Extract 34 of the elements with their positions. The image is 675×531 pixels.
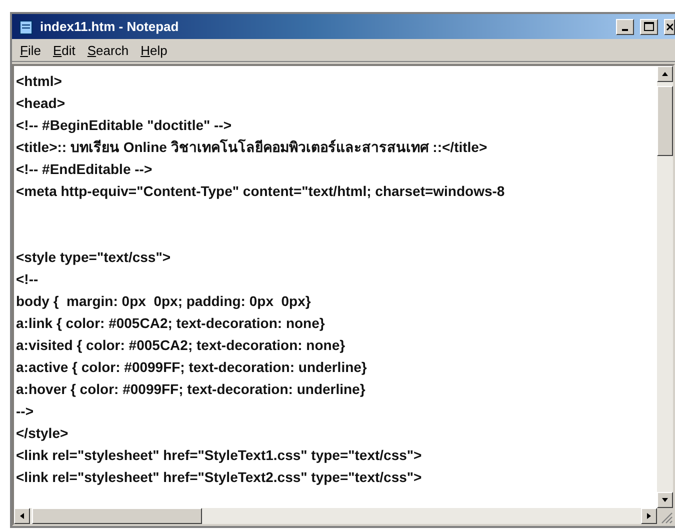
- resize-grip-icon[interactable]: [657, 508, 673, 524]
- menu-item[interactable]: Search: [87, 42, 129, 58]
- code-line: a:hover { color: #0099FF; text-decoration: underline}: [16, 380, 366, 399]
- menu-item[interactable]: Help: [140, 42, 168, 58]
- vertical-scrollbar[interactable]: [657, 66, 673, 508]
- code-line: -->: [16, 402, 34, 421]
- minimize-button[interactable]: [616, 18, 634, 34]
- code-line: <style type="text/css">: [16, 248, 172, 267]
- code-line: </style>: [16, 424, 70, 443]
- menu-item[interactable]: File: [20, 42, 41, 58]
- close-button[interactable]: [664, 18, 675, 34]
- code-line: <title>:: บทเรียน Online วิชาเทคโนโลยีคอมพิวเตอร์และสารสนเทศ ::</title>: [16, 138, 488, 157]
- maximize-button[interactable]: [640, 18, 658, 34]
- code-line: a:link { color: #005CA2; text-decoration: none}: [16, 314, 326, 333]
- code-line: <!-- #EndEditable -->: [16, 160, 154, 179]
- code-line: <!-- #BeginEditable "doctitle" -->: [16, 116, 233, 135]
- notepad-icon: [18, 18, 34, 34]
- code-line: <meta http-equiv="Content-Type" content="text/html; charset=windows-8: [16, 182, 506, 201]
- maximize-icon: [644, 22, 654, 31]
- scrollbar-thumb[interactable]: [657, 86, 673, 156]
- close-icon: [666, 22, 673, 30]
- menu-item[interactable]: Edit: [52, 42, 76, 58]
- code-line: a:visited { color: #005CA2; text-decoration: none}: [16, 336, 346, 355]
- code-line: <head>: [16, 94, 66, 113]
- horizontal-scrollbar[interactable]: [14, 508, 673, 524]
- code-line: <link rel="stylesheet" href="StyleText2.css" type="text/css">: [16, 468, 423, 487]
- window-title: index11.htm - Notepad: [40, 19, 180, 34]
- code-line: a:active { color: #0099FF; text-decoration: underline}: [16, 358, 368, 377]
- code-line: <html>: [16, 72, 63, 91]
- code-line: <link rel="stylesheet" href="StyleText1.css" type="text/css">: [16, 446, 423, 465]
- scrollbar-thumb[interactable]: [32, 508, 202, 524]
- code-line: <!--: [16, 270, 40, 289]
- code-line: body { margin: 0px 0px; padding: 0px 0px}: [16, 292, 312, 311]
- minimize-icon: [622, 28, 628, 30]
